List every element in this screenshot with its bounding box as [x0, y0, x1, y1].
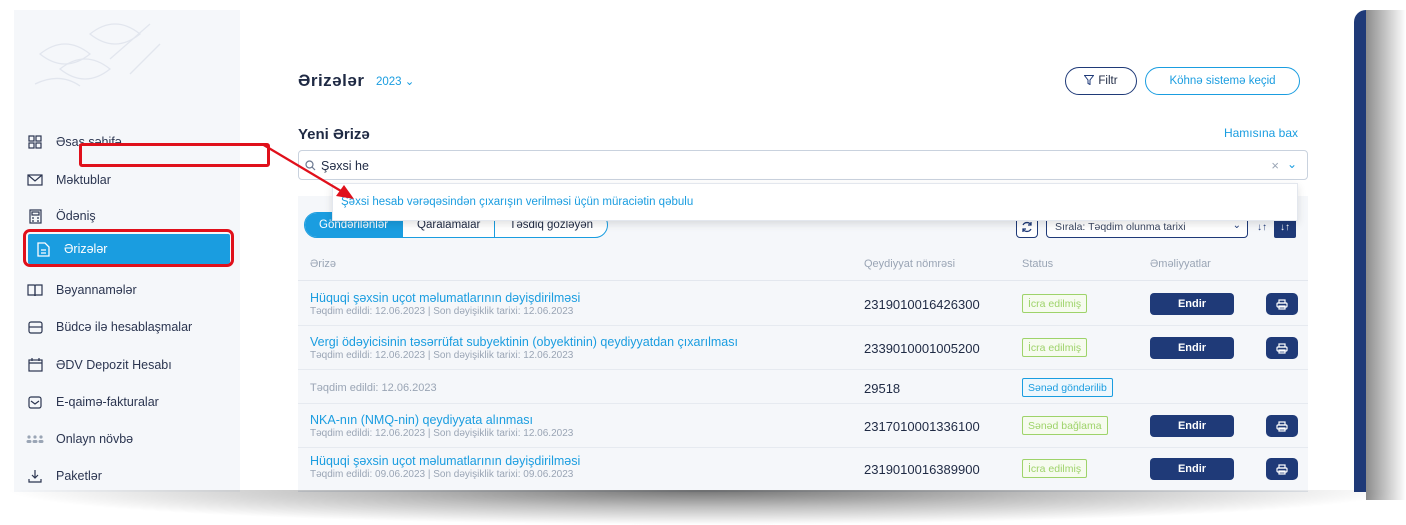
- table-row: Hüquqi şəxsin uçot məlumatlarının dəyişd…: [298, 448, 1308, 492]
- sidebar-item-budget[interactable]: Büdcə ilə hesablaşmalar: [14, 309, 240, 345]
- book-icon: [26, 281, 44, 299]
- status-badge: İcra edilmiş: [1022, 459, 1088, 478]
- sidebar-item-label: E-qaimə-fakturalar: [56, 395, 159, 409]
- sidebar-item-vat-deposit[interactable]: ƏDV Depozit Hesabı: [14, 347, 240, 383]
- printer-icon: [1276, 420, 1288, 432]
- see-all-link[interactable]: Hamısına bax: [1224, 126, 1298, 140]
- sidebar-item-packages[interactable]: Paketlər: [14, 458, 240, 492]
- download-button[interactable]: Endir: [1150, 337, 1234, 359]
- inbox-icon: [26, 393, 44, 411]
- download-button[interactable]: Endir: [1150, 415, 1234, 437]
- print-button[interactable]: [1266, 337, 1298, 359]
- close-icon[interactable]: ×: [1271, 158, 1279, 173]
- chevron-down-icon: ⌄: [404, 76, 415, 88]
- column-header-application: Ərizə: [310, 258, 337, 270]
- sidebar-item-label: Onlayn növbə: [56, 432, 134, 446]
- application-dates: Təqdim edildi: 09.06.2023 | Son dəyişikl…: [310, 469, 574, 480]
- application-title[interactable]: Hüquqi şəxsin uçot məlumatlarının dəyişd…: [310, 291, 580, 305]
- application-title[interactable]: Hüquqi şəxsin uçot məlumatlarının dəyişd…: [310, 454, 580, 468]
- printer-icon: [1276, 298, 1288, 310]
- main-content: Ərizələr 2023 ⌄ Filtr Köhnə sistemə keçi…: [240, 10, 1366, 492]
- application-dates: Təqdim edildi: 12.06.2023 | Son dəyişikl…: [310, 350, 574, 361]
- sidebar-item-label: Bəyannamələr: [56, 283, 137, 297]
- calculator-icon: [26, 207, 44, 225]
- table-row: Təqdim edildi: 12.06.2023 29518 Sənəd gö…: [298, 370, 1308, 404]
- download-icon: [26, 467, 44, 485]
- annotation-arrow: [261, 143, 354, 199]
- logo-icon: [34, 23, 161, 87]
- reg-number: 2317010001336100: [864, 419, 980, 434]
- year-select[interactable]: 2023 ⌄: [376, 74, 414, 88]
- suggestion-item[interactable]: Şəxsi hesab vərəqəsindən çıxarışın veril…: [341, 196, 693, 208]
- reg-number: 2319010016426300: [864, 297, 980, 312]
- window-shadow: [0, 490, 1406, 525]
- database-icon: [26, 318, 44, 336]
- chevron-down-icon[interactable]: ⌄: [1287, 157, 1297, 171]
- application-dates: Təqdim edildi: 12.06.2023: [310, 382, 437, 394]
- status-badge: İcra edilmiş: [1022, 338, 1088, 357]
- reg-number: 2339010001005200: [864, 341, 980, 356]
- print-button[interactable]: [1266, 293, 1298, 315]
- application-title[interactable]: NKA-nın (NMQ-nin) qeydiyyata alınması: [310, 413, 533, 427]
- application-dates: Təqdim edildi: 12.06.2023 | Son dəyişikl…: [310, 428, 574, 439]
- app-window: Əsas səhifə Məktublar Ödəniş Ərizələr Bə…: [14, 10, 1366, 492]
- old-system-button[interactable]: Köhnə sistemə keçid: [1145, 67, 1300, 95]
- reg-number: 29518: [864, 381, 901, 396]
- download-button[interactable]: Endir: [1150, 293, 1234, 315]
- print-button[interactable]: [1266, 415, 1298, 437]
- column-header-reg-number: Qeydiyyat nömrəsi: [864, 258, 956, 270]
- people-icon: [26, 430, 44, 448]
- sort-label: Sırala: Təqdim olunma tarixi: [1055, 221, 1186, 233]
- column-header-actions: Əməliyyatlar: [1150, 258, 1211, 270]
- status-badge: Sənəd bağlama: [1022, 416, 1108, 435]
- year-value: 2023: [376, 76, 402, 88]
- page-title: Ərizələr: [298, 71, 365, 90]
- application-title[interactable]: Vergi ödəyicisinin təsərrüfat subyektini…: [310, 335, 738, 349]
- filter-button[interactable]: Filtr: [1065, 67, 1137, 95]
- sidebar-item-letters[interactable]: Məktublar: [14, 162, 240, 198]
- grid-icon: [26, 133, 44, 151]
- table-row: Hüquqi şəxsin uçot məlumatlarının dəyişd…: [298, 281, 1308, 326]
- sidebar-item-label: Məktublar: [56, 173, 111, 187]
- sidebar-item-label: Paketlər: [56, 469, 102, 483]
- annotation-highlight: [23, 229, 234, 267]
- column-header-status: Status: [1022, 258, 1054, 270]
- window-shadow: [1366, 10, 1406, 500]
- application-search[interactable]: × ⌄: [298, 150, 1308, 180]
- annotation-highlight: [79, 143, 270, 167]
- sidebar-item-label: ƏDV Depozit Hesabı: [56, 358, 172, 372]
- filter-label: Filtr: [1098, 75, 1118, 87]
- sidebar-item-label: Ödəniş: [56, 209, 96, 223]
- filter-icon: [1083, 74, 1095, 88]
- chevron-down-icon: ⌄: [1232, 220, 1241, 231]
- sidebar-item-label: Büdcə ilə hesablaşmalar: [56, 320, 193, 334]
- sidebar-item-e-invoices[interactable]: E-qaimə-fakturalar: [14, 384, 240, 420]
- reg-number: 2319010016389900: [864, 462, 980, 477]
- download-button[interactable]: Endir: [1150, 458, 1234, 480]
- table-row: NKA-nın (NMQ-nin) qeydiyyata alınması Tə…: [298, 404, 1308, 448]
- calendar-icon: [26, 356, 44, 374]
- mail-icon: [26, 171, 44, 189]
- print-button[interactable]: [1266, 458, 1298, 480]
- status-badge: Sənəd göndərilib: [1022, 378, 1113, 397]
- status-badge: İcra edilmiş: [1022, 294, 1088, 313]
- sidebar-item-online-queue[interactable]: Onlayn növbə: [14, 421, 240, 457]
- application-dates: Təqdim edildi: 12.06.2023 | Son dəyişikl…: [310, 306, 574, 317]
- table-row: Vergi ödəyicisinin təsərrüfat subyektini…: [298, 326, 1308, 370]
- refresh-icon: [1022, 221, 1032, 233]
- side-panel-edge: [1354, 10, 1366, 492]
- printer-icon: [1276, 463, 1288, 475]
- search-suggestions: Şəxsi hesab vərəqəsindən çıxarışın veril…: [332, 183, 1298, 221]
- printer-icon: [1276, 342, 1288, 354]
- sidebar-item-declarations[interactable]: Bəyannamələr: [14, 272, 240, 308]
